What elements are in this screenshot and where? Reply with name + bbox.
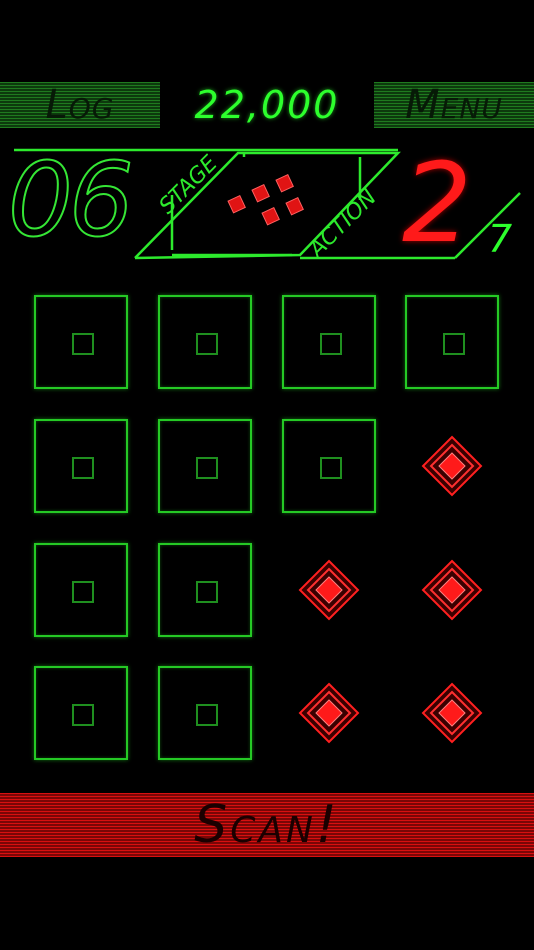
grid-tile[interactable] bbox=[282, 419, 376, 513]
red-diamond-icon bbox=[421, 435, 483, 497]
tile-marker bbox=[196, 457, 218, 479]
red-diamond-icon bbox=[421, 682, 483, 744]
score-display: 22,000 bbox=[194, 83, 340, 127]
action-label: ACTION bbox=[303, 185, 382, 264]
grid-tile[interactable] bbox=[405, 295, 499, 389]
scan-button[interactable]: Scan! bbox=[0, 793, 534, 857]
menu-button[interactable]: Menu bbox=[374, 82, 534, 128]
grid-tile[interactable] bbox=[158, 543, 252, 637]
red-diamond-marker[interactable] bbox=[405, 543, 499, 637]
action-total: 7 bbox=[488, 217, 513, 261]
grid-tile[interactable] bbox=[34, 419, 128, 513]
red-diamond-marker[interactable] bbox=[282, 666, 376, 760]
red-diamond-marker[interactable] bbox=[282, 543, 376, 637]
action-current: 2 bbox=[402, 139, 472, 267]
mini-map-icon bbox=[227, 173, 304, 226]
tile-marker bbox=[72, 704, 94, 726]
red-diamond-icon bbox=[421, 559, 483, 621]
tile-marker bbox=[196, 581, 218, 603]
red-diamond-marker[interactable] bbox=[405, 419, 499, 513]
grid-tile[interactable] bbox=[34, 543, 128, 637]
red-diamond-marker[interactable] bbox=[405, 666, 499, 760]
log-button[interactable]: Log bbox=[0, 82, 160, 128]
tile-marker bbox=[320, 457, 342, 479]
tile-marker bbox=[72, 581, 94, 603]
stage-number: 06 bbox=[7, 141, 135, 260]
tile-marker bbox=[72, 457, 94, 479]
red-diamond-icon bbox=[298, 559, 360, 621]
tile-marker bbox=[196, 704, 218, 726]
grid-tile[interactable] bbox=[282, 295, 376, 389]
tile-marker bbox=[72, 333, 94, 355]
grid-tile[interactable] bbox=[158, 295, 252, 389]
tile-marker bbox=[443, 333, 465, 355]
grid-tile[interactable] bbox=[158, 666, 252, 760]
red-diamond-icon bbox=[298, 682, 360, 744]
tile-marker bbox=[196, 333, 218, 355]
grid-tile[interactable] bbox=[158, 419, 252, 513]
stage-label: STAGE bbox=[155, 151, 223, 219]
grid-tile[interactable] bbox=[34, 666, 128, 760]
tile-marker bbox=[320, 333, 342, 355]
grid-tile[interactable] bbox=[34, 295, 128, 389]
